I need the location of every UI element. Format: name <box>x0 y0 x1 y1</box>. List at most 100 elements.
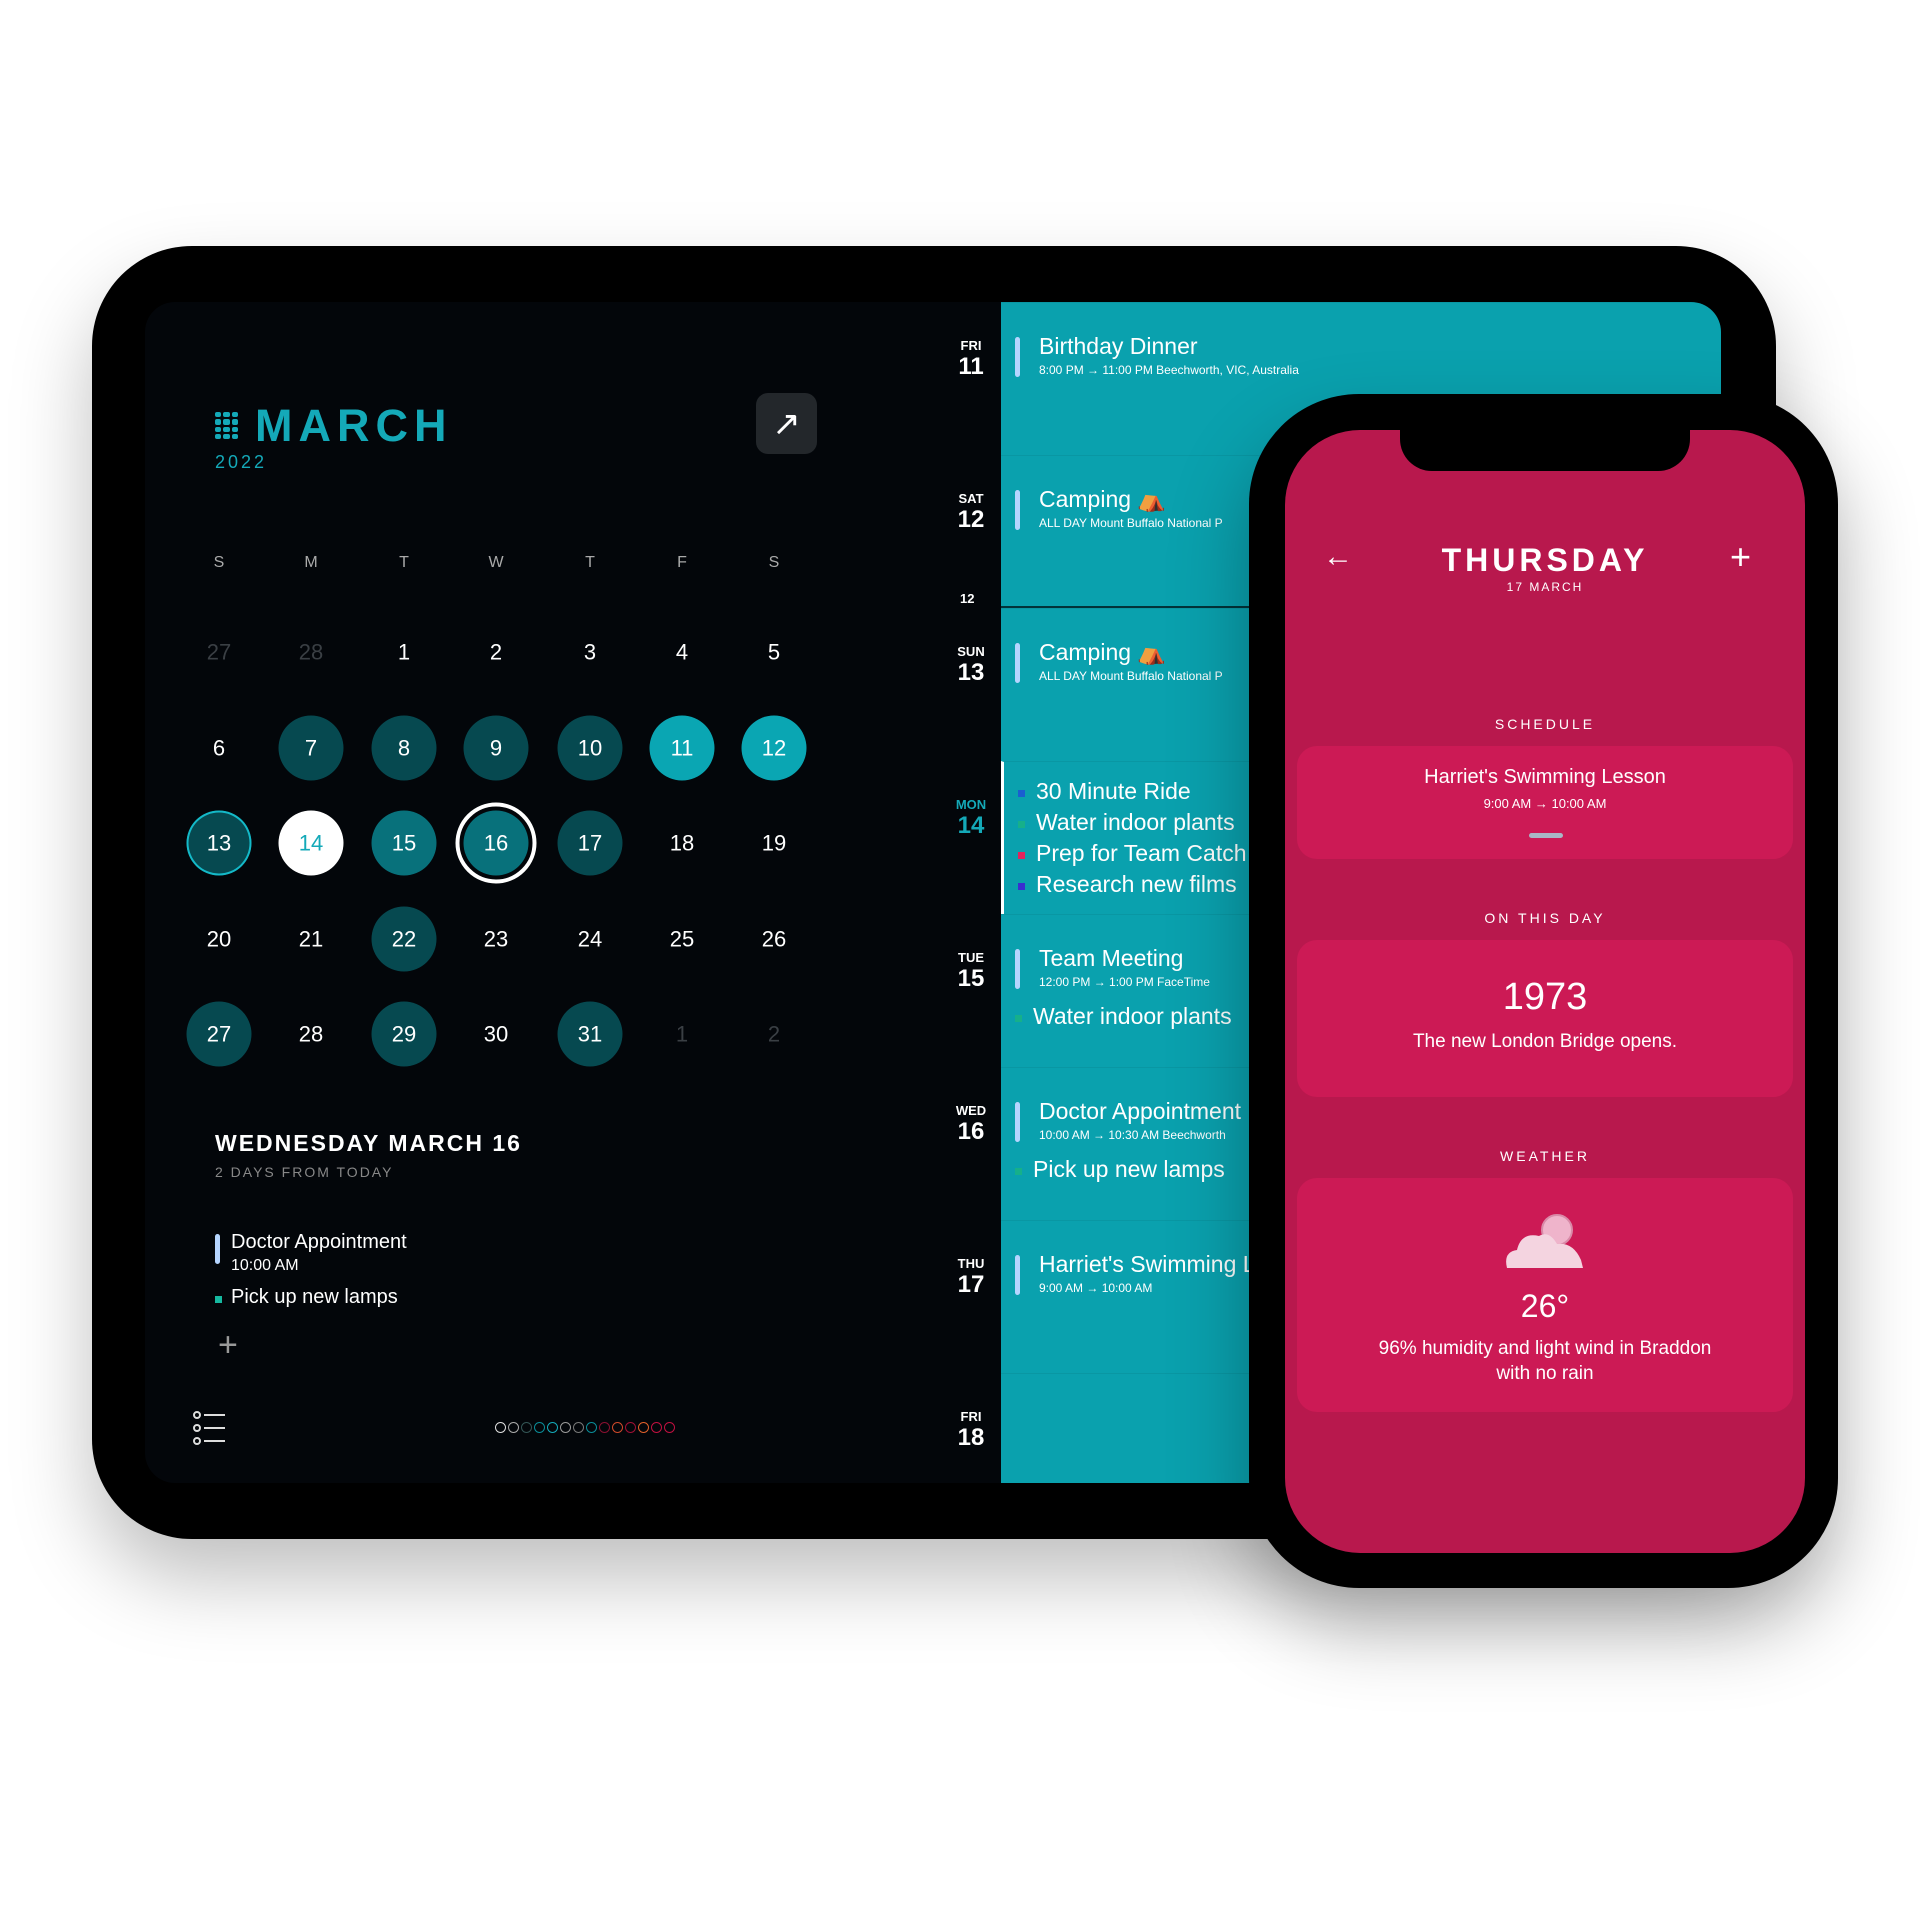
task-color-square <box>1018 821 1025 828</box>
task-title: Pick up new lamps <box>231 1286 398 1308</box>
calendar-day[interactable]: 20 <box>187 907 252 972</box>
add-event-button[interactable]: + <box>218 1326 238 1365</box>
theme-dot[interactable] <box>586 1422 597 1433</box>
calendar-day[interactable]: 24 <box>558 907 623 972</box>
event-color-bar <box>1015 1255 1020 1295</box>
calendar-day[interactable]: 27 <box>187 620 252 685</box>
calendar-day[interactable]: 14 <box>278 810 344 876</box>
task-title: 30 Minute Ride <box>1036 778 1191 804</box>
phone-screen: ← + THURSDAY 17 MARCH SCHEDULE Harriet's… <box>1285 430 1805 1553</box>
event-color-bar <box>1015 1102 1020 1142</box>
calendar-day[interactable]: 26 <box>742 907 807 972</box>
schedule-card[interactable]: Harriet's Swimming Lesson 9:00 AM → 10:0… <box>1297 746 1793 859</box>
date: 11 <box>958 353 984 380</box>
calendar-day[interactable]: 19 <box>742 811 807 876</box>
calendar-day[interactable]: 11 <box>649 715 715 781</box>
task-color-square <box>1015 1015 1022 1022</box>
theme-picker[interactable] <box>495 1422 675 1433</box>
theme-dot[interactable] <box>547 1422 558 1433</box>
calendar-day[interactable]: 15 <box>371 810 437 876</box>
event-title: Doctor Appointment <box>231 1231 407 1253</box>
calendar-day[interactable]: 30 <box>464 1002 529 1067</box>
theme-dot[interactable] <box>612 1422 623 1433</box>
weekday-header: S <box>213 554 225 571</box>
calendar-day[interactable]: 23 <box>464 907 529 972</box>
event-color-bar <box>1015 337 1020 377</box>
theme-dot[interactable] <box>651 1422 662 1433</box>
weekday: MON <box>955 797 987 812</box>
theme-dot[interactable] <box>508 1422 519 1433</box>
calendar-day[interactable]: 18 <box>650 811 715 876</box>
event-details: 10:00 AM → 10:30 AM Beechworth <box>1039 1128 1226 1142</box>
theme-dot[interactable] <box>625 1422 636 1433</box>
weekday-header: W <box>488 554 504 571</box>
calendar-day[interactable]: 13 <box>186 810 252 876</box>
history-year: 1973 <box>1502 976 1588 1018</box>
theme-dot[interactable] <box>638 1422 649 1433</box>
date: 12 <box>957 506 985 533</box>
calendar-day[interactable]: 16 <box>455 802 537 884</box>
task-title: Water indoor plants <box>1033 1003 1232 1029</box>
event-details: 8:00 PM → 11:00 PM Beechworth, VIC, Aust… <box>1039 363 1299 377</box>
event-details: ALL DAY Mount Buffalo National P <box>1039 669 1223 683</box>
event-color-bar <box>1015 949 1020 989</box>
selected-date-subtitle: 2 DAYS FROM TODAY <box>215 1164 394 1180</box>
theme-dot[interactable] <box>495 1422 506 1433</box>
calendar-day[interactable]: 7 <box>278 715 344 781</box>
event-title: Doctor Appointment <box>1039 1098 1242 1124</box>
calendar-day[interactable]: 9 <box>463 715 529 781</box>
event-title: Camping ⛺ <box>1039 486 1167 512</box>
agenda-date-label: TUE 15 <box>941 950 1001 993</box>
calendar-day[interactable]: 12 <box>741 715 807 781</box>
agenda-date-label: THU 17 <box>941 1256 1001 1299</box>
calendar-day[interactable]: 22 <box>371 906 437 972</box>
theme-dot[interactable] <box>599 1422 610 1433</box>
date: 13 <box>957 659 985 686</box>
weekday-header: M <box>304 554 318 571</box>
theme-dot[interactable] <box>560 1422 571 1433</box>
on-this-day-label: ON THIS DAY <box>1484 910 1606 926</box>
calendar-day[interactable]: 29 <box>371 1001 437 1067</box>
expand-handle[interactable] <box>1529 833 1563 838</box>
phone-notch <box>1400 430 1690 471</box>
theme-dot[interactable] <box>664 1422 675 1433</box>
calendar-day[interactable]: 28 <box>279 620 344 685</box>
calendar-day[interactable]: 27 <box>186 1001 252 1067</box>
calendar-day[interactable]: 17 <box>557 810 623 876</box>
date: 14 <box>957 812 985 839</box>
calendar-day[interactable]: 25 <box>650 907 715 972</box>
day-subtitle: 17 MARCH <box>1506 580 1584 594</box>
calendar-day[interactable]: 31 <box>557 1001 623 1067</box>
calendar-day[interactable]: 1 <box>372 620 437 685</box>
calendar-day[interactable]: 21 <box>279 907 344 972</box>
agenda-date-label: MON 14 <box>941 797 1001 840</box>
calendar-day[interactable]: 5 <box>742 620 807 685</box>
event-details: 12:00 PM → 1:00 PM FaceTime <box>1039 975 1210 989</box>
calendar-day[interactable]: 28 <box>279 1002 344 1067</box>
date: 17 <box>957 1271 985 1298</box>
weekday-header: T <box>399 554 409 571</box>
theme-dot[interactable] <box>573 1422 584 1433</box>
theme-dot[interactable] <box>521 1422 532 1433</box>
month-title: MARCH <box>255 400 453 451</box>
theme-dot[interactable] <box>534 1422 545 1433</box>
calendar-day[interactable]: 2 <box>464 620 529 685</box>
calendar-day[interactable]: 10 <box>557 715 623 781</box>
agenda-date-label: FRI 11 <box>941 338 1001 381</box>
calendar-day[interactable]: 1 <box>650 1002 715 1067</box>
day-title: THURSDAY <box>1441 542 1649 578</box>
calendar-day[interactable]: 4 <box>650 620 715 685</box>
agenda-date-label: SAT 12 <box>941 491 1001 534</box>
weekday-header: S <box>768 554 780 571</box>
event-details: 9:00 AM → 10:00 AM <box>1039 1281 1153 1295</box>
weekday-header: T <box>585 554 595 571</box>
calendar-day[interactable]: 2 <box>742 1002 807 1067</box>
agenda-date-label: FRI 18 <box>941 1409 1001 1452</box>
calendar-day[interactable]: 8 <box>371 715 437 781</box>
weather-line-1: 96% humidity and light wind in Braddon <box>1378 1338 1712 1359</box>
list-icon[interactable] <box>193 1410 227 1446</box>
weather-line-2: with no rain <box>1496 1363 1594 1384</box>
calendar-day[interactable]: 3 <box>558 620 623 685</box>
calendar-day[interactable]: 6 <box>187 716 252 781</box>
expand-button[interactable]: ↗ <box>756 393 817 454</box>
